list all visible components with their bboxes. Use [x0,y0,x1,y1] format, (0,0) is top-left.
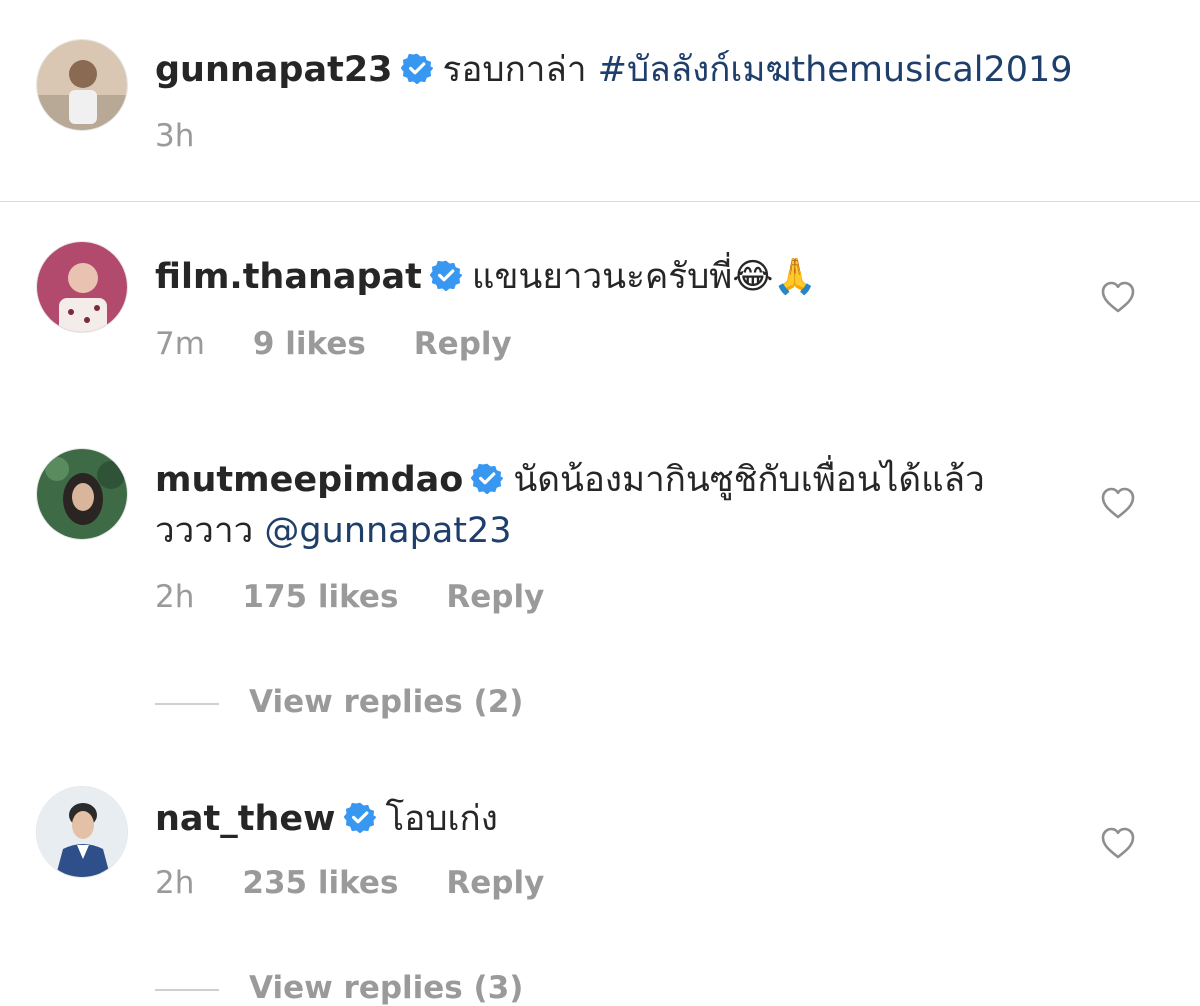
heart-icon[interactable] [1100,486,1136,520]
username[interactable]: mutmeepimdao [155,460,463,500]
view-replies-button[interactable]: View replies (2) [155,684,523,720]
avatar-mutmeepimdao[interactable] [36,448,128,540]
verified-badge-icon [343,802,376,833]
likes-count[interactable]: 175 likes [242,579,398,615]
comment-text: นัดน้องมากินซูชิกับเพื่อนได้แล้ว [513,460,985,500]
comment-meta: 7m 9 likes Reply [155,326,560,362]
view-replies-label: View replies (3) [249,970,524,1006]
avatar-image [37,40,127,130]
reply-button[interactable]: Reply [446,865,544,901]
comment-text-cont: วววาว [155,511,254,551]
comment-text: โอบเก่ง [385,799,498,839]
comment-time: 7m [155,326,205,362]
avatar-nat-thew[interactable] [36,786,128,878]
comment-line-2: วววาว @gunnapat23 [155,507,1080,555]
comment-line: mutmeepimdao นัดน้องมากินซูชิกับเพื่อนได้… [155,456,1080,504]
avatar-image [37,449,127,539]
comment-line: nat_thew โอบเก่ง [155,795,1080,843]
avatar-image [37,242,127,332]
divider [0,201,1200,202]
replies-divider [155,702,219,705]
avatar-gunnapat23[interactable] [36,39,128,131]
likes-count[interactable]: 9 likes [253,326,366,362]
username[interactable]: gunnapat23 [155,50,393,90]
comment-time: 2h [155,579,195,615]
caption-text: รอบกาล่า [442,50,587,90]
view-replies-label: View replies (2) [249,684,524,720]
avatar-image [37,787,127,877]
reply-button[interactable]: Reply [414,326,512,362]
reply-button[interactable]: Reply [446,579,544,615]
avatar-film-thanapat[interactable] [36,241,128,333]
caption-hashtag[interactable]: #บัลลังก์เมฆthemusical2019 [598,50,1073,90]
verified-badge-icon [400,53,433,84]
likes-count[interactable]: 235 likes [242,865,398,901]
mention-link[interactable]: @gunnapat23 [264,511,511,551]
comment-line: film.thanapat แขนยาวนะครับพี่😂🙏 [155,253,1080,301]
verified-badge-icon [429,260,462,291]
comment-meta: 2h 235 likes Reply [155,865,592,901]
caption-line: gunnapat23 รอบกาล่า #บัลลังก์เมฆthemusica… [155,46,1080,94]
username[interactable]: nat_thew [155,799,336,839]
comment-time: 2h [155,865,195,901]
heart-icon[interactable] [1100,826,1136,860]
comment-text: แขนยาวนะครับพี่😂🙏 [471,257,817,297]
username[interactable]: film.thanapat [155,257,422,297]
heart-icon[interactable] [1100,280,1136,314]
view-replies-button[interactable]: View replies (3) [155,970,523,1006]
caption-time: 3h [155,118,195,154]
comment-meta: 2h 175 likes Reply [155,579,592,615]
replies-divider [155,988,219,991]
verified-badge-icon [471,463,504,494]
caption-meta: 3h [155,118,242,154]
